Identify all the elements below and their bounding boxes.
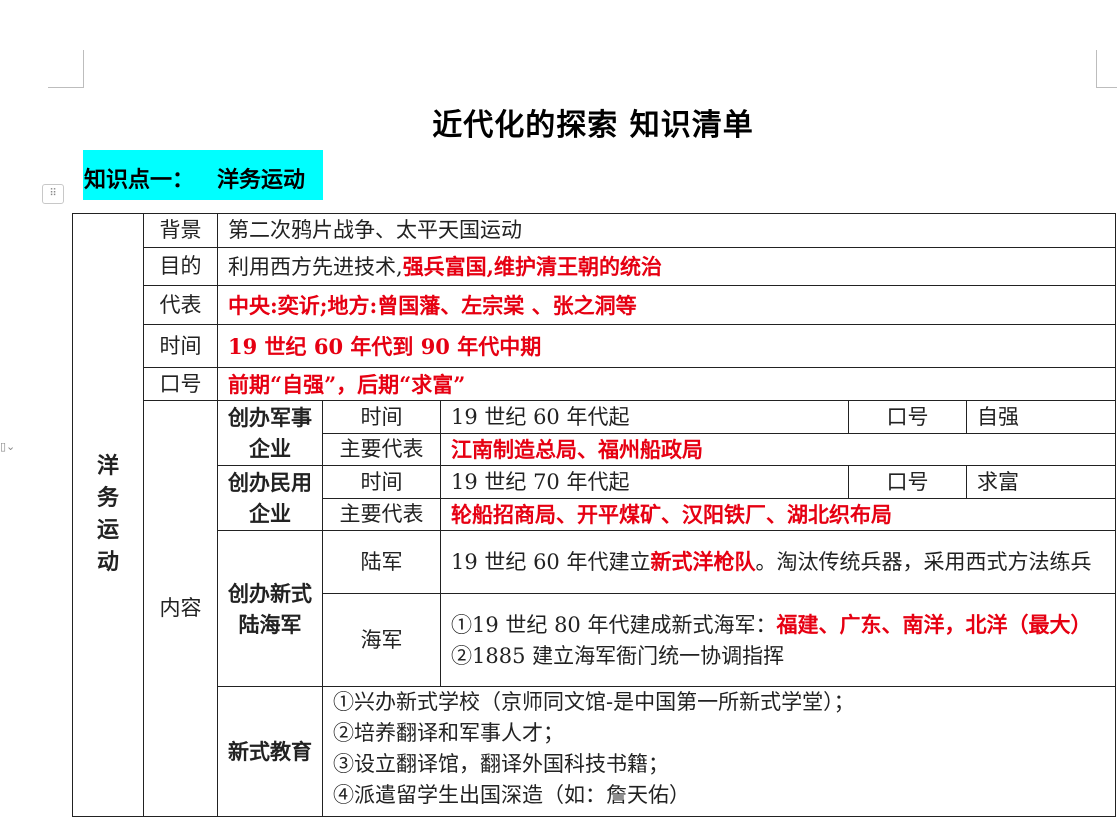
sub-value: 求富 bbox=[966, 465, 1116, 499]
row-label: 背景 bbox=[143, 213, 218, 248]
knowledge-table: 洋务运动 背景 第二次鸦片战争、太平天国运动 目的 利用西方先进技术,强兵富国,… bbox=[72, 213, 1116, 817]
military-label: 创办军事企业 bbox=[217, 400, 323, 466]
sub-value: 19 世纪 60 年代起 bbox=[440, 400, 849, 434]
forces-label: 创办新式陆海军 bbox=[217, 530, 323, 687]
sub-value: 江南制造总局、福州船政局 bbox=[440, 433, 1116, 466]
sub-label: 主要代表 bbox=[322, 433, 441, 466]
document-title: 近代化的探索 知识清单 bbox=[432, 108, 754, 143]
sub-label: 陆军 bbox=[322, 530, 441, 594]
table-move-handle-icon[interactable]: ⠿ bbox=[42, 184, 64, 204]
table-row: 新式教育 ①兴办新式学校（京师同文馆-是中国第一所新式学堂）； ②培养翻译和军事… bbox=[73, 686, 1116, 817]
table-row: 时间 19 世纪 60 年代到 90 年代中期 bbox=[73, 324, 1116, 368]
education-value: ①兴办新式学校（京师同文馆-是中国第一所新式学堂）； ②培养翻译和军事人才； ③… bbox=[322, 686, 1116, 817]
sub-value: 轮船招商局、开平煤矿、汉阳铁厂、湖北织布局 bbox=[440, 498, 1116, 531]
row-label: 口号 bbox=[143, 367, 218, 401]
row-label: 时间 bbox=[143, 324, 218, 368]
row-value: 中央:奕䜣;地方:曾国藩、左宗棠 、张之洞等 bbox=[217, 285, 1116, 325]
row-value: 第二次鸦片战争、太平天国运动 bbox=[217, 213, 1116, 248]
margin-dropdown-icon[interactable]: ▯⌄ bbox=[0, 440, 15, 453]
row-value: 19 世纪 60 年代到 90 年代中期 bbox=[217, 324, 1116, 368]
sub-label: 海军 bbox=[322, 593, 441, 687]
sub-label: 主要代表 bbox=[322, 498, 441, 531]
sub-value: 19 世纪 70 年代起 bbox=[440, 465, 849, 499]
sub-label: 时间 bbox=[322, 400, 441, 434]
page-corner-mark-left bbox=[48, 50, 84, 88]
row-label: 代表 bbox=[143, 285, 218, 325]
sub-label: 时间 bbox=[322, 465, 441, 499]
sub-value: 自强 bbox=[966, 400, 1116, 434]
table-row: 代表 中央:奕䜣;地方:曾国藩、左宗棠 、张之洞等 bbox=[73, 285, 1116, 325]
navy-value: ①19 世纪 80 年代建成新式海军：福建、广东、南洋，北洋（最大） ②1885 … bbox=[440, 593, 1116, 687]
content-label: 内容 bbox=[143, 400, 218, 817]
table-row: 口号 前期“自强”，后期“求富” bbox=[73, 367, 1116, 401]
table-row: 洋务运动 背景 第二次鸦片战争、太平天国运动 bbox=[72, 213, 1116, 817]
education-label: 新式教育 bbox=[217, 686, 323, 817]
page-corner-mark-right bbox=[1096, 50, 1117, 88]
row-label: 目的 bbox=[143, 247, 218, 286]
row-value: 前期“自强”，后期“求富” bbox=[217, 367, 1116, 401]
table-row: 创办民用企业 时间 19 世纪 70 年代起 口号 求富 bbox=[73, 465, 1116, 531]
row-value: 利用西方先进技术,强兵富国,维护清王朝的统治 bbox=[217, 247, 1116, 286]
section-heading: 知识点一： 洋务运动 bbox=[83, 150, 323, 200]
table-row: 内容 创办军事企业 时间 19 世纪 60 年代起 口号 自强 bbox=[73, 400, 1116, 817]
sub-label: 口号 bbox=[848, 465, 967, 499]
army-value: 19 世纪 60 年代建立新式洋枪队。淘汰传统兵器，采用西式方法练兵 bbox=[440, 530, 1116, 594]
table-row: 创办新式陆海军 陆军 19 世纪 60 年代建立新式洋枪队。淘汰传统兵器，采用西… bbox=[73, 530, 1116, 687]
topic-cell: 洋务运动 bbox=[72, 213, 144, 817]
civil-label: 创办民用企业 bbox=[217, 465, 323, 531]
table-row: 目的 利用西方先进技术,强兵富国,维护清王朝的统治 bbox=[73, 247, 1116, 286]
sub-label: 口号 bbox=[848, 400, 967, 434]
